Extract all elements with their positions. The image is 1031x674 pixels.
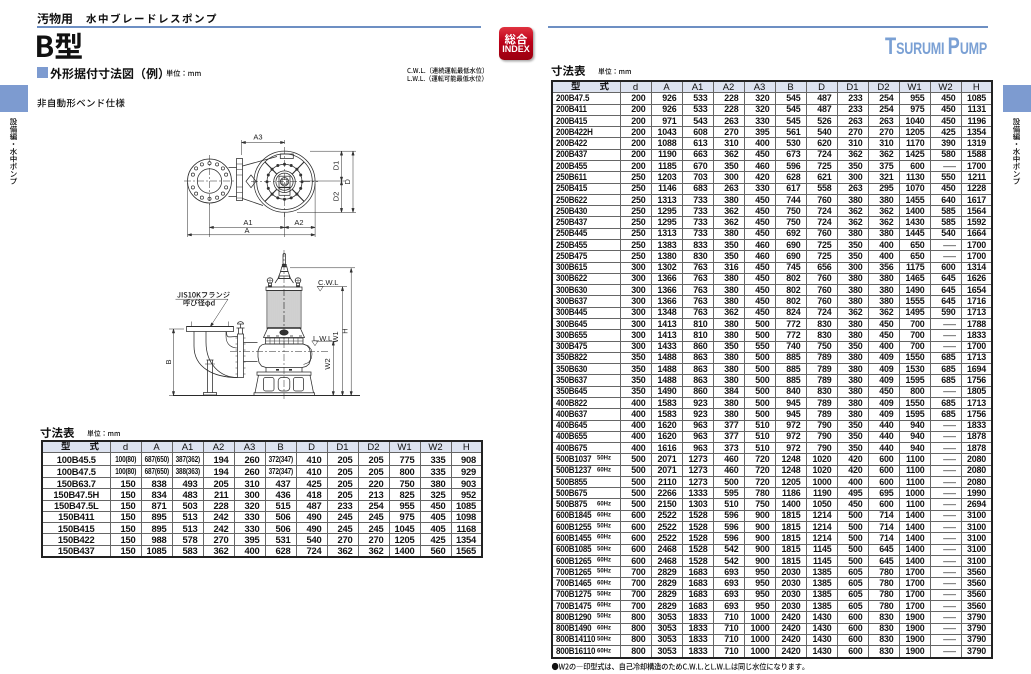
svg-text:D: D (343, 179, 352, 185)
svg-text:A: A (244, 226, 249, 235)
svg-text:D1: D1 (332, 161, 341, 171)
svg-text:C.W.L: C.W.L (318, 278, 338, 287)
svg-text:B: B (164, 359, 173, 364)
svg-text:D2: D2 (332, 192, 341, 202)
svg-text:A3: A3 (253, 133, 262, 142)
svg-text:H: H (341, 328, 350, 333)
svg-text:W1: W1 (331, 331, 340, 342)
svg-text:W2: W2 (323, 358, 332, 369)
svg-text:L.W.L: L.W.L (313, 334, 332, 343)
svg-text:A2: A2 (294, 218, 303, 227)
